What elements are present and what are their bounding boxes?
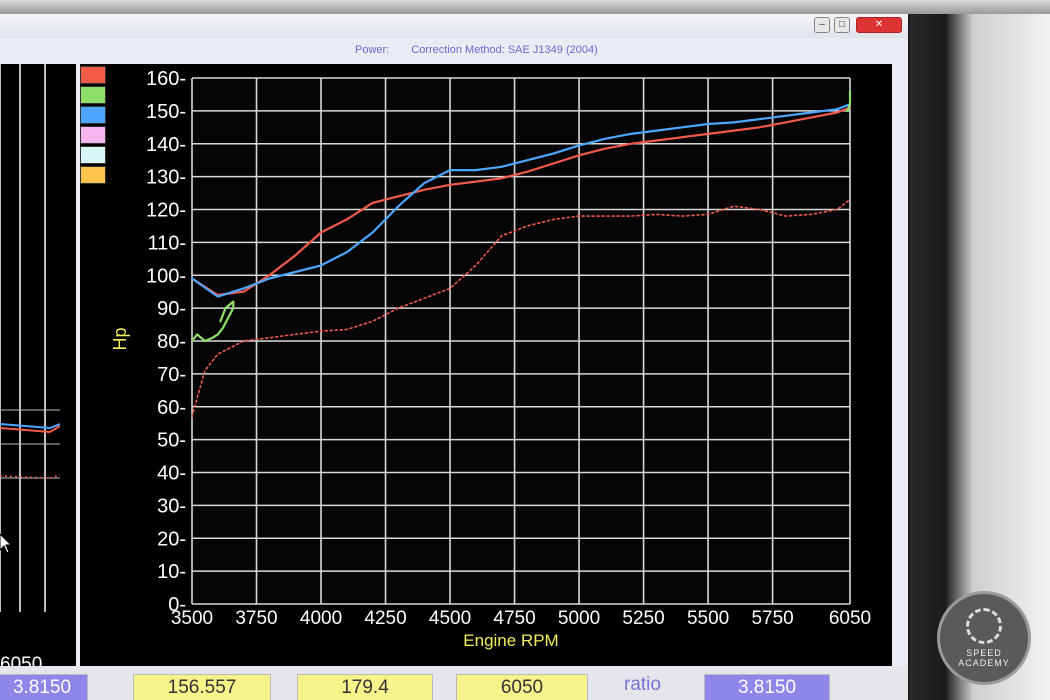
y-tick-label: 20- bbox=[157, 528, 186, 550]
y-tick-label: 40- bbox=[157, 463, 186, 485]
ratio-field: 3.8150 bbox=[704, 674, 830, 700]
maximize-button[interactable]: □ bbox=[834, 17, 850, 33]
logo-text: SPEED ACADEMY bbox=[958, 648, 1010, 668]
legend-swatch[interactable] bbox=[80, 86, 106, 104]
y-tick-label: 120- bbox=[146, 200, 186, 222]
left-chart-plot bbox=[0, 64, 60, 612]
x-tick-label: 3750 bbox=[235, 608, 277, 629]
y-tick-label: 140- bbox=[146, 134, 186, 156]
x-axis-label: Engine RPM bbox=[463, 631, 558, 650]
y-tick-label: 130- bbox=[146, 167, 186, 189]
left-series-blue bbox=[0, 423, 60, 430]
power-chart: 3500 3750 4000 4250 4500 4750 5000 5250 5500 5750… bbox=[110, 68, 871, 650]
y-tick-label: 160- bbox=[146, 68, 186, 90]
legend-swatch[interactable] bbox=[80, 66, 106, 84]
y-tick-label: 70- bbox=[157, 364, 186, 386]
y-tick-label: 10- bbox=[157, 561, 186, 583]
y-tick-label: 110- bbox=[147, 232, 186, 254]
close-button[interactable]: ✕ bbox=[856, 17, 902, 33]
legend-swatch[interactable] bbox=[80, 106, 106, 124]
x-tick-label: 4250 bbox=[364, 608, 406, 629]
legend-swatch[interactable] bbox=[80, 166, 106, 184]
mouse-cursor-icon bbox=[0, 534, 13, 554]
y-tick-label: 60- bbox=[157, 397, 186, 419]
readout-bar: 3.8150 156.557 179.4 6050 ratio 3.8150 bbox=[0, 666, 908, 700]
torque-field: 179.4 bbox=[297, 674, 433, 700]
y-tick-label: 80- bbox=[157, 331, 186, 353]
correction-method-label: Correction Method: SAE J1349 (2004) bbox=[411, 44, 598, 56]
peak-hp-field: 156.557 bbox=[133, 674, 271, 700]
y-tick-label: 0- bbox=[168, 594, 186, 616]
gear-icon bbox=[966, 608, 1002, 644]
monitor-bezel bbox=[0, 0, 1050, 14]
y-tick-label: 30- bbox=[157, 495, 186, 517]
x-tick-label: 6050 bbox=[829, 608, 871, 629]
x-tick-label: 4500 bbox=[429, 608, 471, 629]
rpm-field: 6050 bbox=[456, 674, 588, 700]
y-tick-label: 150- bbox=[146, 101, 186, 123]
power-label: Power: bbox=[355, 44, 390, 56]
y-axis-label: Hp bbox=[110, 327, 130, 350]
speed-academy-logo: SPEED ACADEMY bbox=[937, 591, 1031, 685]
x-tick-label: 5750 bbox=[751, 608, 793, 629]
legend-swatches bbox=[80, 66, 106, 186]
window-titlebar: – □ ✕ bbox=[0, 14, 908, 38]
y-tick-label: 90- bbox=[157, 298, 186, 320]
x-tick-label: 5000 bbox=[558, 608, 600, 629]
legend-swatch[interactable] bbox=[80, 126, 106, 144]
x-tick-label: 5500 bbox=[687, 608, 729, 629]
y-tick-label: 50- bbox=[157, 430, 186, 452]
y-tick-label: 100- bbox=[146, 265, 186, 287]
left-chart-panel: 6050 bbox=[0, 64, 76, 675]
chart-subtitle: Power: Correction Method: SAE J1349 (2004… bbox=[355, 44, 665, 58]
x-tick-label: 4750 bbox=[493, 608, 535, 629]
minimize-button[interactable]: – bbox=[814, 17, 830, 33]
ratio-label: ratio bbox=[624, 674, 661, 695]
x-tick-label: 4000 bbox=[300, 608, 342, 629]
legend-swatch[interactable] bbox=[80, 146, 106, 164]
main-chart-panel: 3500 3750 4000 4250 4500 4750 5000 5250 5500 5750… bbox=[80, 64, 892, 674]
dyno-window: – □ ✕ Power: Correction Method: SAE J1349… bbox=[0, 14, 908, 700]
x-tick-label: 5250 bbox=[622, 608, 664, 629]
left-ratio-field: 3.8150 bbox=[0, 674, 88, 700]
